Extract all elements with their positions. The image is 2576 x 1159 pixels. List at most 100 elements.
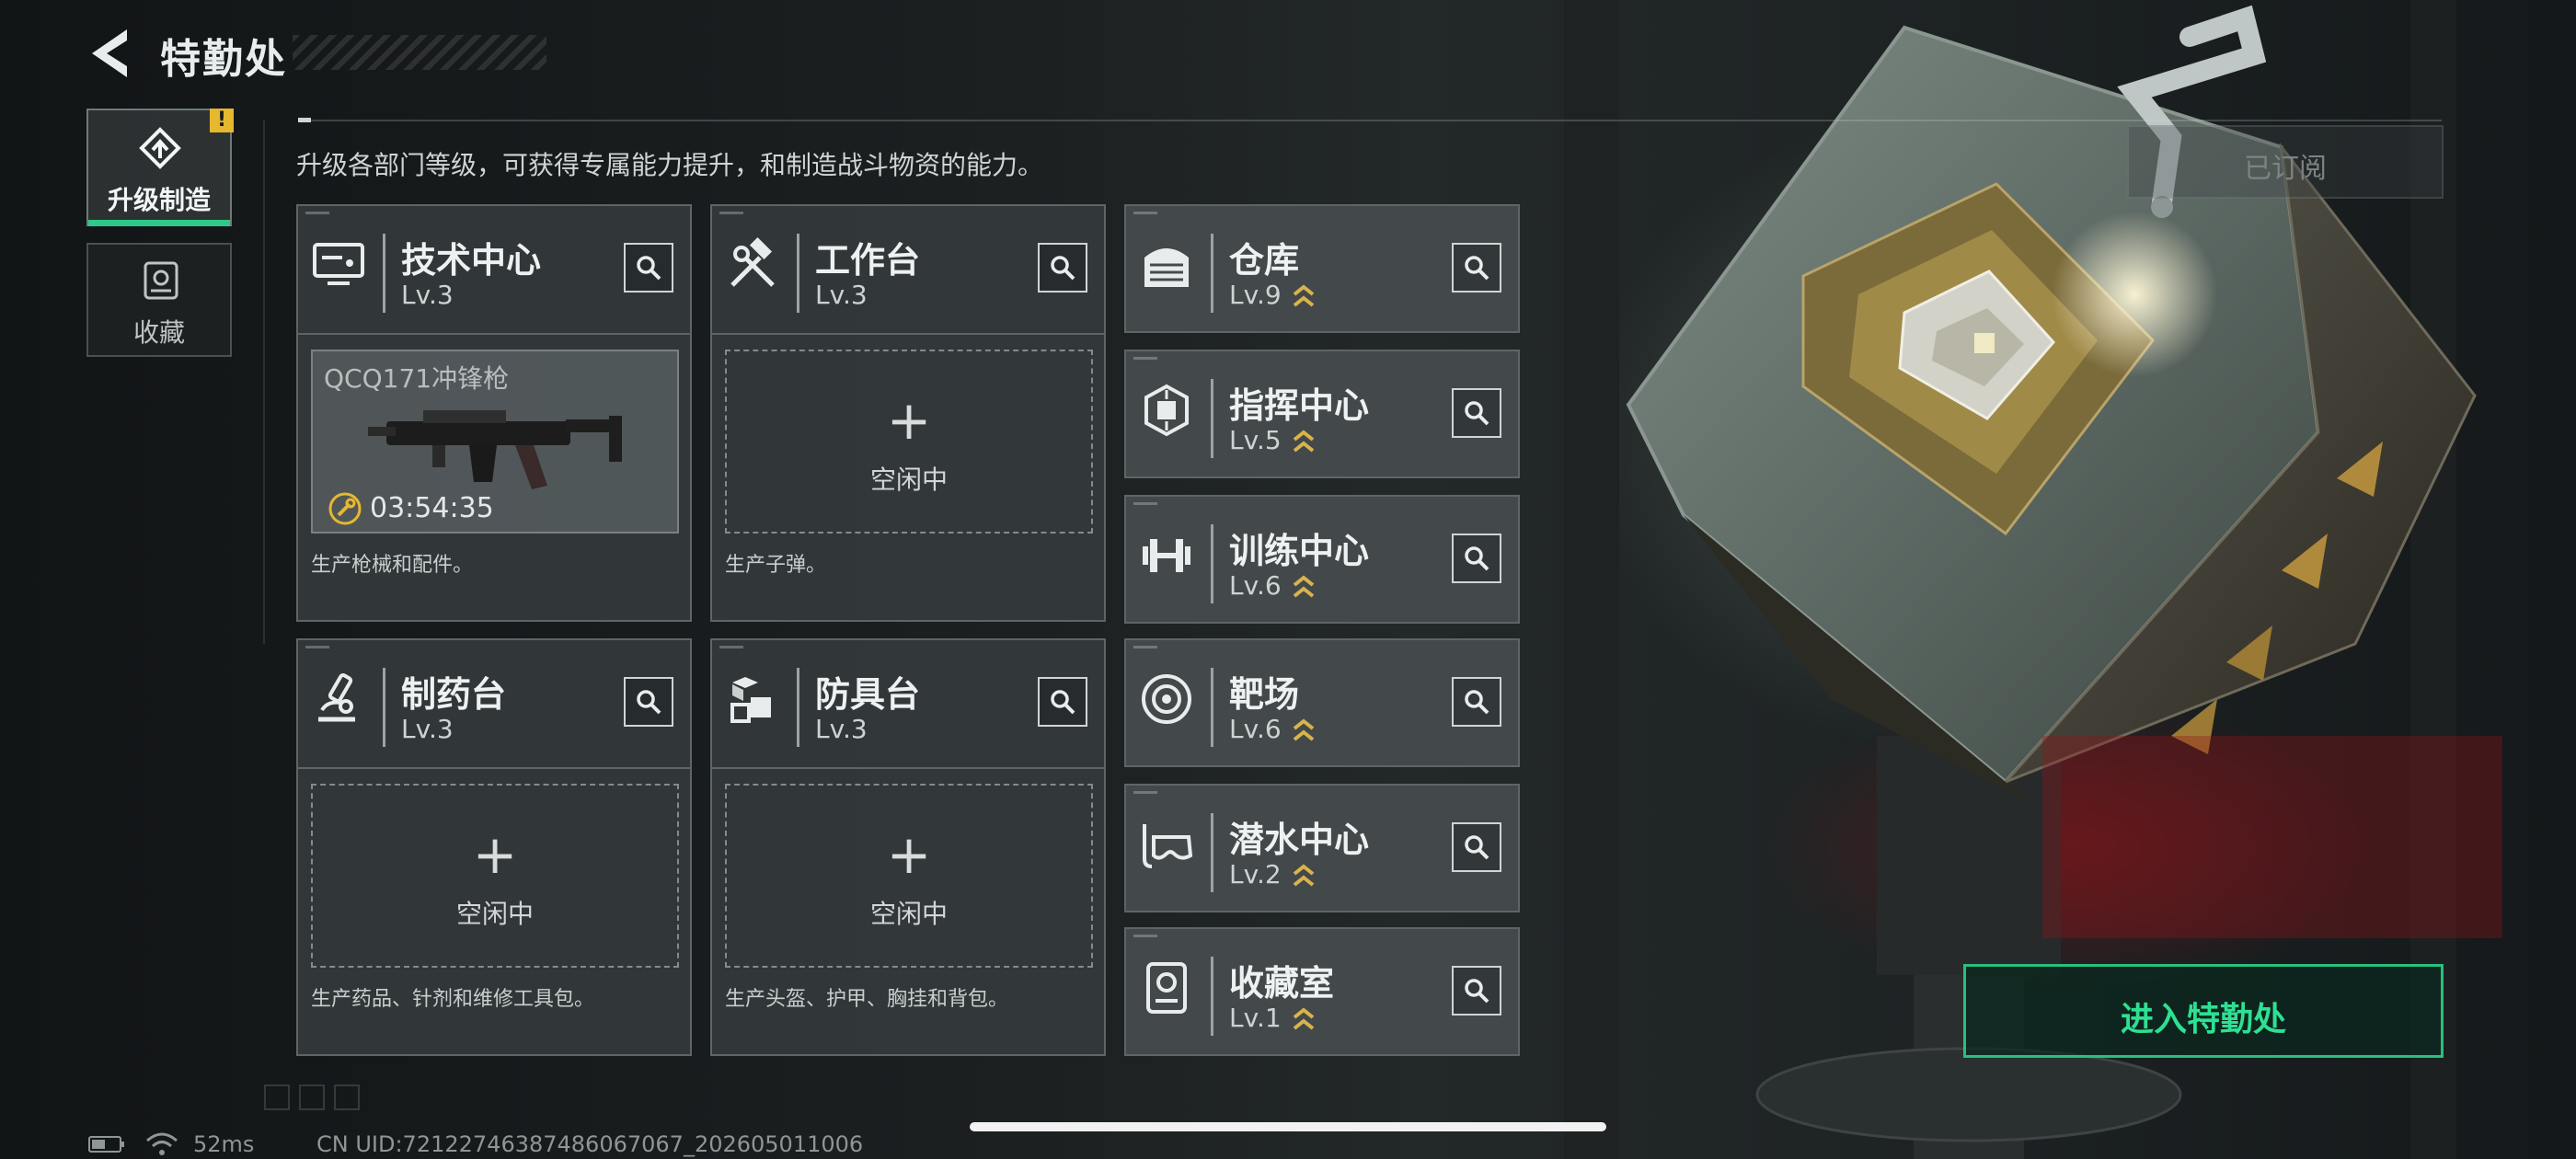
search-icon <box>1051 256 1075 281</box>
inspect-button[interactable] <box>1452 243 1501 293</box>
collection-room-icon <box>1146 962 1187 1014</box>
separator <box>1211 957 1213 1036</box>
facility-level: Lv.2 <box>1229 859 1282 889</box>
separator <box>1211 813 1213 892</box>
search-icon <box>1465 835 1489 860</box>
diving-mask-icon <box>1143 824 1193 868</box>
facility-card-command-center[interactable]: 指挥中心 Lv.5 <box>1124 350 1520 478</box>
home-indicator[interactable] <box>970 1122 1606 1131</box>
inspect-button[interactable] <box>624 677 673 727</box>
department-description: 生产头盔、护甲、胸挂和背包。 <box>725 988 1009 1011</box>
inspect-button[interactable] <box>1038 243 1087 293</box>
search-icon <box>1465 401 1489 426</box>
decor-line <box>305 212 329 214</box>
facility-level: Lv.9 <box>1229 280 1282 310</box>
slot-status: 空闲中 <box>869 899 948 929</box>
subscribed-button[interactable]: 已订阅 <box>2127 125 2444 199</box>
command-chip-icon <box>1144 384 1189 437</box>
search-icon <box>1051 690 1075 715</box>
search-icon <box>1465 690 1489 715</box>
title-decoration <box>293 35 546 70</box>
separator <box>383 668 385 747</box>
department-card-pharmacy[interactable]: 制药台 Lv.3 + 空闲中 生产药品、针剂和维修工具包。 <box>296 638 692 1056</box>
card-header: 工作台 Lv.3 <box>712 206 1104 335</box>
facility-name: 潜水中心 <box>1229 820 1370 860</box>
facility-name: 仓库 <box>1229 240 1300 281</box>
card-header: 技术中心 Lv.3 <box>298 206 690 335</box>
production-slot[interactable]: QCQ171冲锋枪 03:54:35 <box>311 350 679 534</box>
department-name: 工作台 <box>815 240 921 281</box>
user-uid: CN UID:72122746387486067067_202605011006 <box>316 1131 864 1157</box>
separator <box>797 234 799 313</box>
active-tab-indicator <box>88 220 230 226</box>
department-card-workbench[interactable]: 工作台 Lv.3 + 空闲中 生产子弹。 <box>710 204 1106 622</box>
inspect-button[interactable] <box>1452 534 1501 583</box>
empty-production-slot[interactable]: + 空闲中 <box>311 784 679 968</box>
sidebar-tab-label: 收藏 <box>132 317 185 348</box>
decor-line <box>1133 646 1157 648</box>
plus-icon: + <box>472 823 518 886</box>
enter-special-ops-button[interactable]: 进入特勤处 <box>1963 964 2444 1058</box>
sidebar-tab-label: 升级制造 <box>107 185 211 215</box>
empty-production-slot[interactable]: + 空闲中 <box>725 784 1093 968</box>
search-icon <box>637 256 661 281</box>
timer-wrench-icon <box>328 492 362 525</box>
enter-button-label: 进入特勤处 <box>2120 1001 2286 1039</box>
inspect-button[interactable] <box>1038 677 1087 727</box>
facility-card-training-center[interactable]: 训练中心 Lv.6 <box>1124 495 1520 624</box>
slot-status: 空闲中 <box>869 465 948 495</box>
department-name: 制药台 <box>401 674 507 715</box>
inspect-button[interactable] <box>1452 677 1501 727</box>
facility-card-collection-room[interactable]: 收藏室 Lv.1 <box>1124 927 1520 1056</box>
microscope-icon <box>318 672 355 722</box>
facility-card-diving-center[interactable]: 潜水中心 Lv.2 <box>1124 784 1520 912</box>
facility-name: 收藏室 <box>1229 963 1335 1004</box>
decor-line <box>1133 502 1157 505</box>
decor-line <box>305 646 329 648</box>
inspect-button[interactable] <box>1452 388 1501 438</box>
facility-name: 靶场 <box>1229 674 1300 715</box>
collection-icon <box>144 261 178 300</box>
facility-name: 指挥中心 <box>1229 385 1370 426</box>
back-arrow-icon[interactable] <box>86 26 132 81</box>
ping-readout: 52ms <box>193 1131 255 1157</box>
decor-line <box>1133 791 1157 794</box>
sidebar-tab-collection[interactable]: 收藏 <box>86 243 232 357</box>
department-card-armor[interactable]: 防具台 Lv.3 + 空闲中 生产头盔、护甲、胸挂和背包。 <box>710 638 1106 1056</box>
battery-icon <box>88 1136 124 1153</box>
divider <box>263 120 265 644</box>
decor-line <box>1133 935 1157 937</box>
search-icon <box>637 690 661 715</box>
divider-mark <box>298 118 311 122</box>
plus-icon: + <box>886 823 932 886</box>
decor-line <box>1133 357 1157 360</box>
separator <box>1211 234 1213 313</box>
department-card-tech-center[interactable]: 技术中心 Lv.3 QCQ171冲锋枪 03:54:35 生产枪械和配件。 <box>296 204 692 622</box>
separator <box>383 234 385 313</box>
inspect-button[interactable] <box>1452 822 1501 872</box>
decor-line <box>719 646 743 648</box>
inspect-button[interactable] <box>624 243 673 293</box>
facility-card-warehouse[interactable]: 仓库 Lv.9 <box>1124 204 1520 333</box>
separator <box>1211 379 1213 458</box>
production-item-name: QCQ171冲锋枪 <box>324 363 510 394</box>
inspect-button[interactable] <box>1452 966 1501 1016</box>
workbench-tools-icon <box>730 236 775 287</box>
facility-card-shooting-range[interactable]: 靶场 Lv.6 <box>1124 638 1520 767</box>
upgrade-chevron-icon <box>1293 718 1315 741</box>
plus-icon: + <box>886 389 932 452</box>
department-name: 防具台 <box>815 674 921 715</box>
card-header: 制药台 Lv.3 <box>298 640 690 769</box>
wifi-icon <box>146 1132 178 1155</box>
search-icon <box>1465 546 1489 571</box>
armor-blocks-icon <box>730 677 771 723</box>
page-subtitle: 升级各部门等级，可获得专属能力提升，和制造战斗物资的能力。 <box>296 150 1044 180</box>
department-level: Lv.3 <box>401 280 454 310</box>
department-level: Lv.3 <box>815 714 868 744</box>
tech-center-icon <box>313 243 364 285</box>
decor-line <box>1133 212 1157 214</box>
slot-status: 空闲中 <box>455 899 534 929</box>
target-icon <box>1142 674 1191 724</box>
empty-production-slot[interactable]: + 空闲中 <box>725 350 1093 534</box>
separator <box>797 668 799 747</box>
